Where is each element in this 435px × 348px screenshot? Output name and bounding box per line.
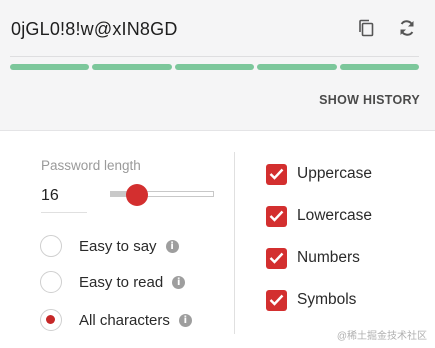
checkmark-icon	[269, 294, 284, 306]
checkmark-icon	[269, 252, 284, 264]
checkmark-icon	[269, 168, 284, 180]
copy-icon[interactable]	[355, 16, 377, 40]
option-label: Symbols	[297, 291, 357, 308]
checkbox[interactable]	[266, 205, 287, 227]
mode-all-characters[interactable]: All characters i	[40, 307, 192, 333]
option-numbers[interactable]: Numbers	[266, 246, 360, 270]
password-display-panel: 0jGL0!8!w@xIN8GD SHOW HISTORY	[0, 0, 435, 131]
mode-easy-to-read[interactable]: Easy to read i	[40, 269, 186, 295]
option-label: Lowercase	[297, 207, 372, 224]
password-length-slider[interactable]	[110, 184, 214, 206]
strength-segment	[174, 64, 255, 70]
slider-thumb[interactable]	[126, 184, 148, 206]
strength-segment	[339, 64, 420, 70]
options-divider	[234, 152, 235, 334]
option-label: Numbers	[297, 249, 360, 266]
strength-segment	[92, 64, 172, 70]
mode-label: Easy to read	[79, 273, 164, 291]
mode-easy-to-say[interactable]: Easy to say i	[40, 233, 179, 259]
option-lowercase[interactable]: Lowercase	[266, 204, 372, 228]
password-divider	[10, 56, 419, 57]
mode-label: Easy to say	[79, 237, 157, 255]
checkmark-icon	[269, 210, 284, 222]
show-history-button[interactable]: SHOW HISTORY	[319, 93, 420, 107]
strength-segment	[10, 64, 90, 70]
radio-button[interactable]	[40, 271, 62, 293]
generated-password[interactable]: 0jGL0!8!w@xIN8GD	[11, 19, 178, 40]
mode-label: All characters	[79, 311, 170, 329]
strength-segment	[257, 64, 337, 70]
option-label: Uppercase	[297, 165, 372, 182]
strength-meter	[10, 64, 420, 70]
checkbox[interactable]	[266, 289, 287, 311]
radio-button[interactable]	[40, 235, 62, 257]
option-symbols[interactable]: Symbols	[266, 288, 356, 312]
watermark: @稀土掘金技术社区	[336, 331, 427, 342]
refresh-icon[interactable]	[396, 16, 418, 40]
checkbox[interactable]	[266, 163, 287, 185]
password-length-input[interactable]: 16	[41, 185, 87, 213]
info-icon[interactable]: i	[178, 313, 192, 327]
checkbox[interactable]	[266, 247, 287, 269]
info-icon[interactable]: i	[165, 239, 179, 253]
password-length-label: Password length	[41, 158, 141, 173]
info-icon[interactable]: i	[172, 275, 186, 289]
radio-button[interactable]	[40, 309, 62, 331]
option-uppercase[interactable]: Uppercase	[266, 162, 372, 186]
